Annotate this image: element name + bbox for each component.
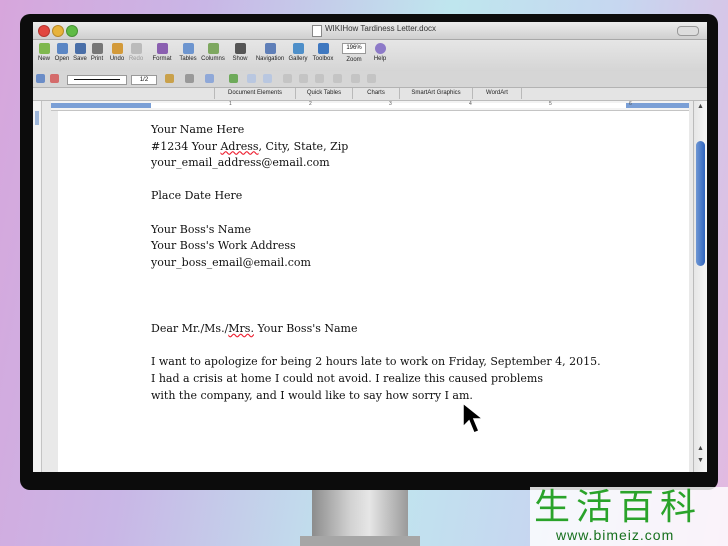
tab-wordart[interactable]: WordArt bbox=[472, 88, 522, 99]
scroll-down-icon[interactable]: ▼ bbox=[697, 457, 704, 464]
letter-body: Your Name Here #1234 Your Adress, City, … bbox=[151, 122, 601, 404]
autosum-icon bbox=[367, 74, 376, 83]
pilcrow-icon bbox=[234, 43, 246, 54]
insert-table-icon[interactable] bbox=[229, 74, 238, 83]
line-style-select[interactable] bbox=[67, 75, 127, 85]
distribute-rows-icon bbox=[299, 74, 308, 83]
print-icon bbox=[91, 43, 103, 54]
document-page[interactable]: Your Name Here #1234 Your Adress, City, … bbox=[58, 111, 689, 472]
sender-address-line: #1234 Your Adress, City, State, Zip bbox=[151, 139, 601, 156]
salutation-line: Dear Mr./Ms./Mrs. Your Boss's Name bbox=[151, 321, 601, 338]
sort-icon bbox=[351, 74, 360, 83]
ruler-number: 4 bbox=[469, 101, 472, 107]
toolbox-icon bbox=[317, 43, 329, 54]
save-button[interactable]: Save bbox=[72, 41, 88, 62]
eraser-icon[interactable] bbox=[50, 74, 59, 83]
ruler-number: 6 bbox=[629, 101, 632, 107]
show-button[interactable]: Show bbox=[232, 41, 248, 62]
tab-document-elements[interactable]: Document Elements bbox=[214, 88, 296, 99]
body-line-1: I want to apologize for being 2 hours la… bbox=[151, 355, 601, 369]
scroll-up-icon[interactable]: ▲ bbox=[697, 445, 704, 452]
ruler-number: 3 bbox=[389, 101, 392, 107]
title-bar: WIKIHow Tardiness Letter.docx bbox=[33, 22, 707, 40]
navigation-icon bbox=[264, 43, 276, 54]
open-button[interactable]: Open bbox=[53, 41, 71, 62]
recipient-address-line: Your Boss's Work Address bbox=[151, 239, 296, 253]
tab-quick-tables[interactable]: Quick Tables bbox=[295, 88, 353, 99]
table-icon bbox=[182, 43, 194, 54]
salutation-prefix: Dear Mr./Ms./ bbox=[151, 322, 229, 336]
zoom-select[interactable]: 196% bbox=[342, 43, 366, 54]
new-button[interactable]: New bbox=[36, 41, 52, 62]
ruler-number: 5 bbox=[549, 101, 552, 107]
watermark-chinese-text: 生活百科 bbox=[534, 487, 703, 528]
toolbox-button[interactable]: Toolbox bbox=[310, 41, 336, 62]
monitor-stand-base bbox=[300, 536, 420, 546]
ruler-number: 1 bbox=[229, 101, 232, 107]
address-suffix: , City, State, Zip bbox=[258, 139, 349, 153]
tab-smartart-graphics[interactable]: SmartArt Graphics bbox=[399, 88, 473, 99]
body-line-2: I had a crisis at home I could not avoid… bbox=[151, 371, 544, 385]
help-button[interactable]: Help bbox=[370, 41, 390, 62]
body-line-3: with the company, and I would like to sa… bbox=[151, 388, 473, 402]
shading-icon[interactable] bbox=[205, 74, 214, 83]
gallery-icon bbox=[292, 43, 304, 54]
minimize-window-icon[interactable] bbox=[52, 25, 64, 37]
zoom-control[interactable]: 196% Zoom bbox=[339, 41, 369, 63]
merge-cells-icon bbox=[247, 74, 256, 83]
date-line: Place Date Here bbox=[151, 189, 243, 203]
recipient-name-line: Your Boss's Name bbox=[151, 222, 252, 236]
word-window: WIKIHow Tardiness Letter.docx New Open S… bbox=[33, 22, 707, 472]
border-icon[interactable] bbox=[185, 74, 194, 83]
undo-icon bbox=[111, 43, 123, 54]
elements-ribbon: Document Elements Quick Tables Charts Sm… bbox=[33, 88, 707, 101]
columns-button[interactable]: Columns bbox=[200, 41, 226, 62]
gallery-button[interactable]: Gallery bbox=[287, 41, 309, 62]
align-cells-icon bbox=[283, 74, 292, 83]
mouse-pointer-icon bbox=[462, 402, 486, 434]
scroll-thumb[interactable] bbox=[696, 141, 705, 266]
open-folder-icon bbox=[56, 43, 68, 54]
help-icon bbox=[374, 43, 386, 54]
line-weight-select[interactable]: 1/2 bbox=[131, 75, 157, 85]
format-button[interactable]: Format bbox=[151, 41, 173, 62]
watermark: 生活百科 www.bimeiz.com bbox=[530, 487, 728, 546]
navigation-button[interactable]: Navigation bbox=[253, 41, 287, 62]
watermark-url: www.bimeiz.com bbox=[556, 527, 675, 543]
ruler-number: 2 bbox=[309, 101, 312, 107]
pen-color-icon[interactable] bbox=[165, 74, 174, 83]
address-prefix: #1234 Your bbox=[151, 139, 221, 153]
tables-button[interactable]: Tables bbox=[178, 41, 198, 62]
undo-button[interactable]: Undo bbox=[108, 41, 126, 62]
close-window-icon[interactable] bbox=[38, 25, 50, 37]
document-icon bbox=[312, 25, 322, 37]
redo-button[interactable]: Redo bbox=[128, 41, 144, 62]
misspelled-word: Mrs. bbox=[228, 322, 254, 336]
table-draw-icon[interactable] bbox=[36, 74, 45, 83]
misspelled-word: Adress bbox=[220, 139, 259, 153]
format-brush-icon bbox=[156, 43, 168, 54]
zoom-window-icon[interactable] bbox=[66, 25, 78, 37]
print-button[interactable]: Print bbox=[89, 41, 105, 62]
standard-toolbar: New Open Save Print Undo Redo Format Tab… bbox=[33, 40, 707, 71]
sender-email-line: your_email_address@email.com bbox=[151, 156, 330, 170]
horizontal-ruler[interactable]: 1 2 3 4 5 6 bbox=[51, 101, 689, 111]
toolbar-toggle-icon[interactable] bbox=[677, 26, 699, 36]
vertical-scrollbar[interactable]: ▲ ▲ ▼ bbox=[693, 101, 707, 472]
salutation-suffix: Your Boss's Name bbox=[253, 322, 358, 336]
columns-icon bbox=[207, 43, 219, 54]
split-cells-icon bbox=[263, 74, 272, 83]
vertical-ruler[interactable] bbox=[33, 101, 42, 472]
scroll-up-icon[interactable]: ▲ bbox=[697, 103, 704, 110]
distribute-columns-icon bbox=[315, 74, 324, 83]
window-title: WIKIHow Tardiness Letter.docx bbox=[325, 24, 437, 33]
recipient-email-line: your_boss_email@email.com bbox=[151, 255, 311, 269]
save-icon bbox=[74, 43, 86, 54]
sender-name-line: Your Name Here bbox=[151, 123, 245, 136]
formatting-toolbar: 1/2 bbox=[33, 71, 707, 88]
autoformat-icon bbox=[333, 74, 342, 83]
tab-charts[interactable]: Charts bbox=[352, 88, 400, 99]
redo-icon bbox=[130, 43, 142, 54]
new-document-icon bbox=[38, 43, 50, 54]
